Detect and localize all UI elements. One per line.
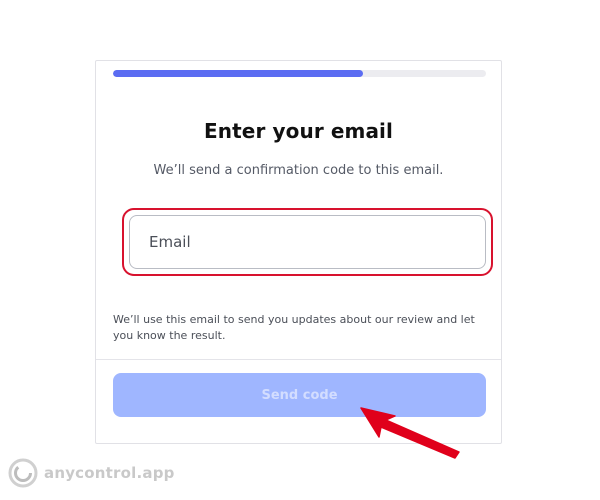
page-subtitle: We’ll send a confirmation code to this e…	[153, 163, 444, 178]
page-title: Enter your email	[204, 119, 393, 143]
pointer-arrow-icon	[360, 407, 460, 459]
email-field-highlight	[122, 208, 493, 276]
footer-divider	[96, 359, 501, 360]
watermark: anycontrol.app	[8, 458, 175, 488]
progress-bar	[113, 70, 486, 77]
email-usage-note: We’ll use this email to send you updates…	[113, 313, 475, 342]
watermark-text: anycontrol.app	[44, 464, 175, 482]
email-step-card: Enter your email We’ll send a confirmati…	[95, 60, 502, 444]
anycontrol-logo-icon	[8, 458, 38, 488]
progress-bar-fill	[113, 70, 363, 77]
email-field[interactable]	[129, 215, 486, 269]
